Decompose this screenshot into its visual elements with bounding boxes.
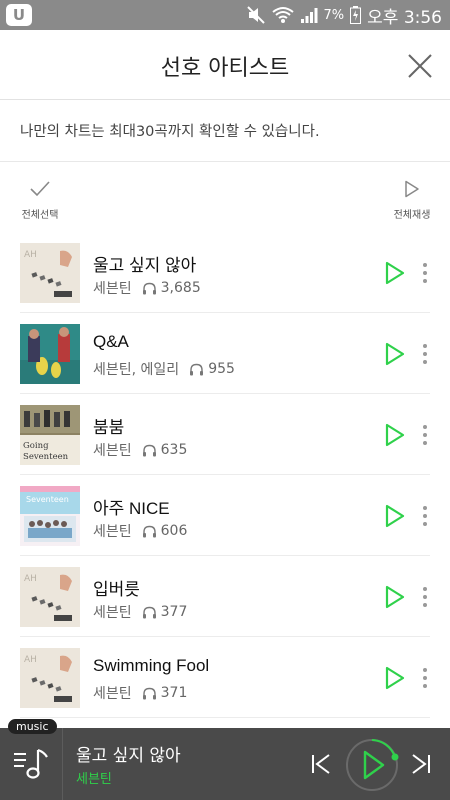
play-count: 3,685 <box>160 280 201 296</box>
album-cover-image <box>20 324 80 384</box>
headphones-icon <box>142 525 156 537</box>
more-options-icon[interactable] <box>420 424 430 446</box>
play-icon[interactable] <box>384 423 406 447</box>
album-cover: AH <box>20 648 80 708</box>
song-artist: 세븐틴 <box>93 281 132 297</box>
play-count: 635 <box>160 442 188 458</box>
album-cover: AH <box>20 243 80 303</box>
status-bar: U 7% 오후 3:56 <box>0 0 450 30</box>
song-title: 입버릇 <box>93 580 140 599</box>
play-icon[interactable] <box>384 261 406 285</box>
song-meta: 세븐틴, 에일리 955 <box>93 359 235 379</box>
play-pause-button[interactable] <box>344 737 400 793</box>
song-row[interactable]: Q&A 세븐틴, 에일리 955 <box>20 313 430 394</box>
song-meta: 세븐틴 3,685 <box>93 278 201 298</box>
select-all-label: 전체선택 <box>21 210 59 221</box>
player-divider <box>62 728 63 800</box>
album-cover: AH <box>20 567 80 627</box>
svg-text:AH: AH <box>24 574 37 584</box>
song-row[interactable]: Seventeen 아주 NICE 세븐틴 606 <box>20 475 430 556</box>
svg-text:AH: AH <box>24 655 37 665</box>
mini-player[interactable]: music 울고 싶지 않아 세븐틴 <box>0 719 450 800</box>
song-row[interactable]: AH 울고 싶지 않아 세븐틴 3,685 <box>20 232 430 313</box>
song-meta: 세븐틴 371 <box>93 683 187 703</box>
song-title: 아주 NICE <box>93 499 170 518</box>
play-count: 606 <box>160 523 188 539</box>
song-artist: 세븐틴 <box>93 443 132 459</box>
album-cover-image: AH <box>20 243 80 303</box>
info-section: 나만의 차트는 최대30곡까지 확인할 수 있습니다. <box>0 100 450 162</box>
music-badge: music <box>8 719 57 734</box>
song-meta: 세븐틴 635 <box>93 440 187 460</box>
song-list: AH 울고 싶지 않아 세븐틴 3,685 Q&A 세븐틴, 에일리 955 G… <box>0 232 450 718</box>
album-cover-image: AH <box>20 648 80 708</box>
more-options-icon[interactable] <box>420 505 430 527</box>
song-row[interactable]: AH 입버릇 세븐틴 377 <box>20 556 430 637</box>
song-title: Swimming Fool <box>93 656 210 675</box>
play-count: 955 <box>208 361 235 377</box>
next-track-icon[interactable] <box>410 752 432 776</box>
play-icon[interactable] <box>384 504 406 528</box>
play-outline-icon <box>405 180 419 198</box>
album-cover-image: Seventeen <box>20 486 80 546</box>
previous-track-icon[interactable] <box>310 752 332 776</box>
more-options-icon[interactable] <box>420 586 430 608</box>
song-artist: 세븐틴 <box>93 686 132 702</box>
page-header: 선호 아티스트 <box>0 30 450 100</box>
play-all-button[interactable]: 전체재생 <box>390 180 434 221</box>
check-icon <box>30 181 50 197</box>
song-meta: 세븐틴 377 <box>93 602 187 622</box>
wifi-icon <box>271 7 294 23</box>
headphones-icon <box>190 363 204 375</box>
signal-icon <box>300 8 318 23</box>
play-count: 377 <box>160 604 188 620</box>
headphones-icon <box>142 282 156 294</box>
playlist-menu-icon[interactable] <box>12 744 52 784</box>
headphones-icon <box>142 687 156 699</box>
cover-text-line1: Going <box>23 441 49 451</box>
more-options-icon[interactable] <box>420 343 430 365</box>
song-row[interactable]: Going Seventeen 붐붐 세븐틴 635 <box>20 394 430 475</box>
info-text: 나만의 차트는 최대30곡까지 확인할 수 있습니다. <box>20 124 320 140</box>
now-playing-artist: 세븐틴 <box>76 772 112 787</box>
cover-text: Seventeen <box>26 495 69 504</box>
album-cover: Seventeen <box>20 486 80 546</box>
song-artist: 세븐틴 <box>93 524 132 540</box>
more-options-icon[interactable] <box>420 667 430 689</box>
select-all-button[interactable]: 전체선택 <box>18 180 62 221</box>
clock: 오후 3:56 <box>367 7 442 28</box>
page-title: 선호 아티스트 <box>160 56 290 81</box>
album-cover: Going Seventeen <box>20 405 80 465</box>
headphones-icon <box>142 444 156 456</box>
play-icon[interactable] <box>384 342 406 366</box>
mute-icon <box>246 6 265 24</box>
app-badge-icon: U <box>6 4 32 26</box>
album-cover-image: Going Seventeen <box>20 405 80 465</box>
cover-text-line2: Seventeen <box>23 452 69 462</box>
play-count: 371 <box>160 685 188 701</box>
song-title: Q&A <box>93 332 129 351</box>
list-controls: 전체선택 전체재생 <box>0 162 450 230</box>
svg-text:AH: AH <box>24 250 37 260</box>
song-meta: 세븐틴 606 <box>93 521 187 541</box>
album-cover-image: AH <box>20 567 80 627</box>
song-title: 붐붐 <box>93 418 125 437</box>
song-artist: 세븐틴 <box>93 605 132 621</box>
now-playing-title: 울고 싶지 않아 <box>76 746 181 766</box>
play-icon[interactable] <box>384 585 406 609</box>
status-icons: 7% 오후 3:56 <box>246 0 442 30</box>
song-title: 울고 싶지 않아 <box>93 256 197 275</box>
headphones-icon <box>142 606 156 618</box>
play-icon[interactable] <box>384 666 406 690</box>
more-options-icon[interactable] <box>420 262 430 284</box>
battery-icon <box>350 6 362 24</box>
play-all-label: 전체재생 <box>393 210 431 221</box>
song-artist: 세븐틴, 에일리 <box>93 362 180 378</box>
song-row[interactable]: AH Swimming Fool 세븐틴 371 <box>20 637 430 718</box>
close-icon[interactable] <box>406 52 434 80</box>
battery-level: 7% <box>323 7 345 23</box>
album-cover <box>20 324 80 384</box>
